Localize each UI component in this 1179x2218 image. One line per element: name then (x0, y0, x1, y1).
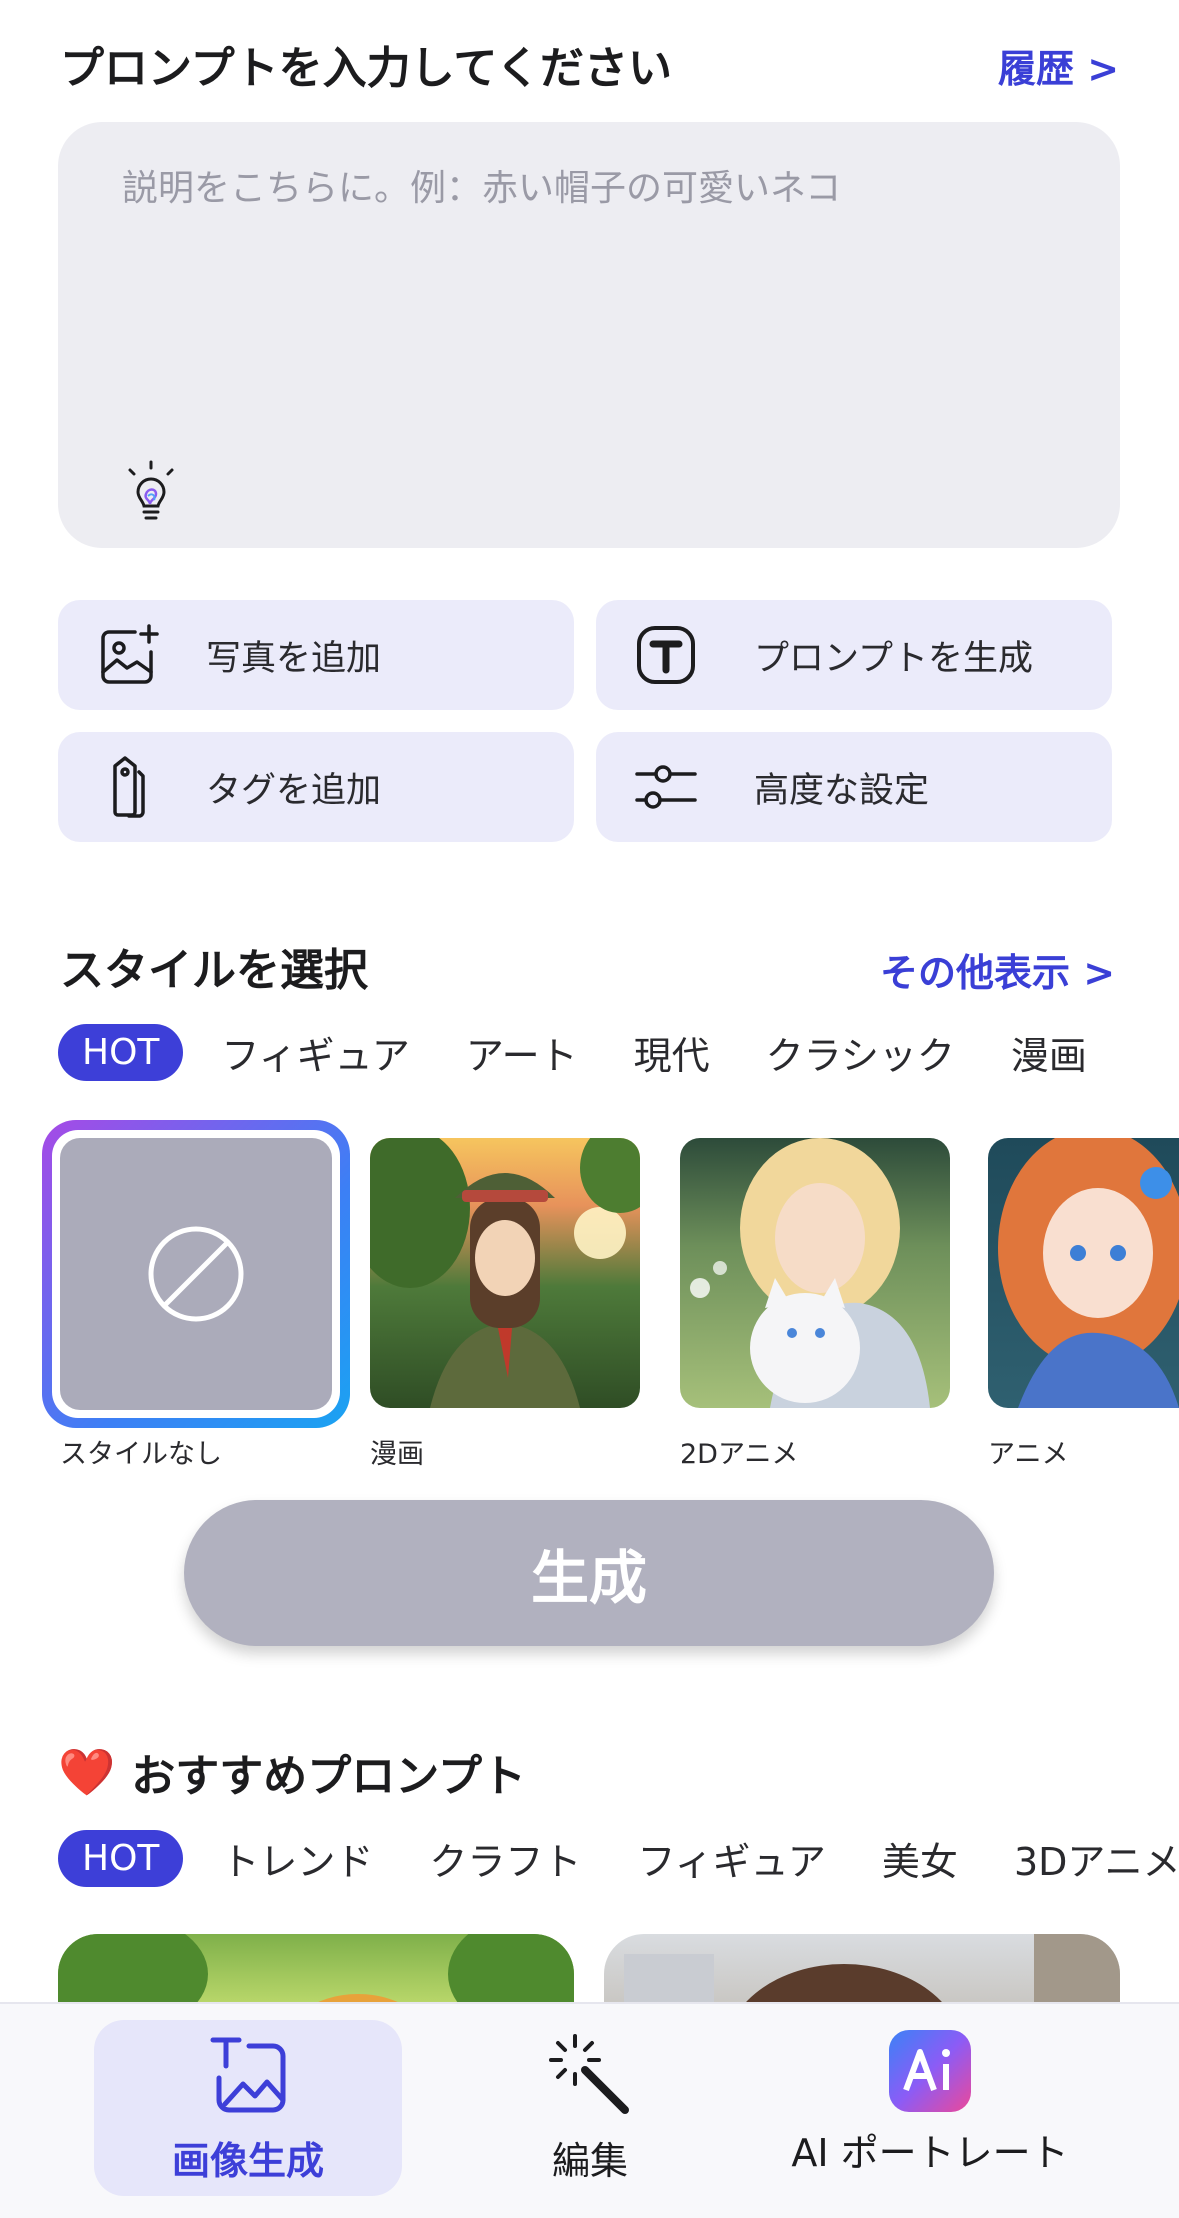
recommend-tab-3d-anime[interactable]: 3Dアニメ (1014, 1831, 1179, 1886)
style-card-anime[interactable] (988, 1138, 1179, 1408)
prohibited-icon (148, 1226, 244, 1322)
sliders-icon (628, 749, 704, 825)
style-tabs: HOT フィギュア アート 現代 クラシック 漫画 (58, 1024, 1143, 1081)
style-label-anime: アニメ (988, 1439, 1069, 1470)
generate-button[interactable]: 生成 (184, 1500, 994, 1646)
recommend-tab-craft[interactable]: クラフト (429, 1831, 581, 1886)
add-tag-label: タグを追加 (206, 770, 382, 811)
bottom-nav: 画像生成 編集 AI ポートレート (0, 2002, 1179, 2218)
page-title: プロンプトを入力してください (60, 43, 673, 94)
generate-prompt-label: プロンプトを生成 (754, 638, 1033, 679)
recommend-tab-beauty[interactable]: 美女 (882, 1831, 958, 1886)
history-link[interactable]: 履歴 > (998, 38, 1119, 93)
style-tab-art[interactable]: アート (466, 1025, 578, 1080)
lightbulb-icon[interactable] (116, 458, 186, 528)
nav-edit[interactable]: 編集 (440, 2020, 740, 2196)
text-t-icon (628, 617, 704, 693)
advanced-settings-label: 高度な設定 (754, 770, 930, 811)
style-section-title: スタイルを選択 (60, 945, 368, 996)
add-photo-button[interactable]: 写真を追加 (58, 600, 574, 710)
image-generate-icon (210, 2037, 286, 2113)
style-tab-manga[interactable]: 漫画 (1011, 1025, 1087, 1080)
ai-portrait-icon (889, 2030, 971, 2112)
recommend-tab-trend[interactable]: トレンド (221, 1831, 373, 1886)
style-card-none[interactable] (42, 1120, 350, 1428)
anime-thumbnail (998, 1138, 1179, 1408)
manga-thumbnail (370, 1138, 640, 1408)
no-style-thumbnail (60, 1138, 332, 1410)
nav-image-generate-label: 画像生成 (171, 2139, 324, 2183)
style-tab-modern[interactable]: 現代 (634, 1025, 710, 1080)
advanced-settings-button[interactable]: 高度な設定 (596, 732, 1112, 842)
recommend-section-title: おすすめプロンプト (131, 1751, 526, 1802)
add-photo-label: 写真を追加 (206, 638, 382, 679)
2d-anime-thumbnail (690, 1138, 930, 1408)
style-tab-classic[interactable]: クラシック (766, 1025, 955, 1080)
style-tab-hot[interactable]: HOT (58, 1024, 184, 1081)
recommend-tab-hot[interactable]: HOT (58, 1830, 184, 1887)
tag-icon (90, 749, 166, 825)
nav-edit-label: 編集 (551, 2139, 628, 2183)
style-label-manga: 漫画 (370, 1439, 424, 1470)
add-tag-button[interactable]: タグを追加 (58, 732, 574, 842)
add-photo-icon (90, 617, 166, 693)
magic-wand-icon (549, 2034, 629, 2114)
recommend-header: ❤️ おすすめプロンプト (58, 1740, 526, 1804)
show-more-link[interactable]: その他表示 > (880, 942, 1115, 997)
recommend-tabs: HOT トレンド クラフト フィギュア 美女 3Dアニメ (58, 1830, 1179, 1887)
nav-image-generate[interactable]: 画像生成 (94, 2020, 402, 2196)
style-card-manga[interactable] (370, 1138, 640, 1408)
heart-icon: ❤️ (58, 1744, 116, 1799)
prompt-box (58, 122, 1120, 548)
nav-ai-portrait-label: AI ポートレート (791, 2131, 1069, 2175)
generate-prompt-button[interactable]: プロンプトを生成 (596, 600, 1112, 710)
prompt-input[interactable] (120, 164, 1054, 368)
style-label-2d-anime: 2Dアニメ (680, 1439, 799, 1470)
style-label-none: スタイルなし (60, 1439, 222, 1470)
style-tab-figure[interactable]: フィギュア (221, 1025, 409, 1080)
style-card-2d-anime[interactable] (680, 1138, 950, 1408)
nav-ai-portrait[interactable]: AI ポートレート (770, 2020, 1090, 2196)
recommend-tab-figure[interactable]: フィギュア (637, 1831, 825, 1886)
